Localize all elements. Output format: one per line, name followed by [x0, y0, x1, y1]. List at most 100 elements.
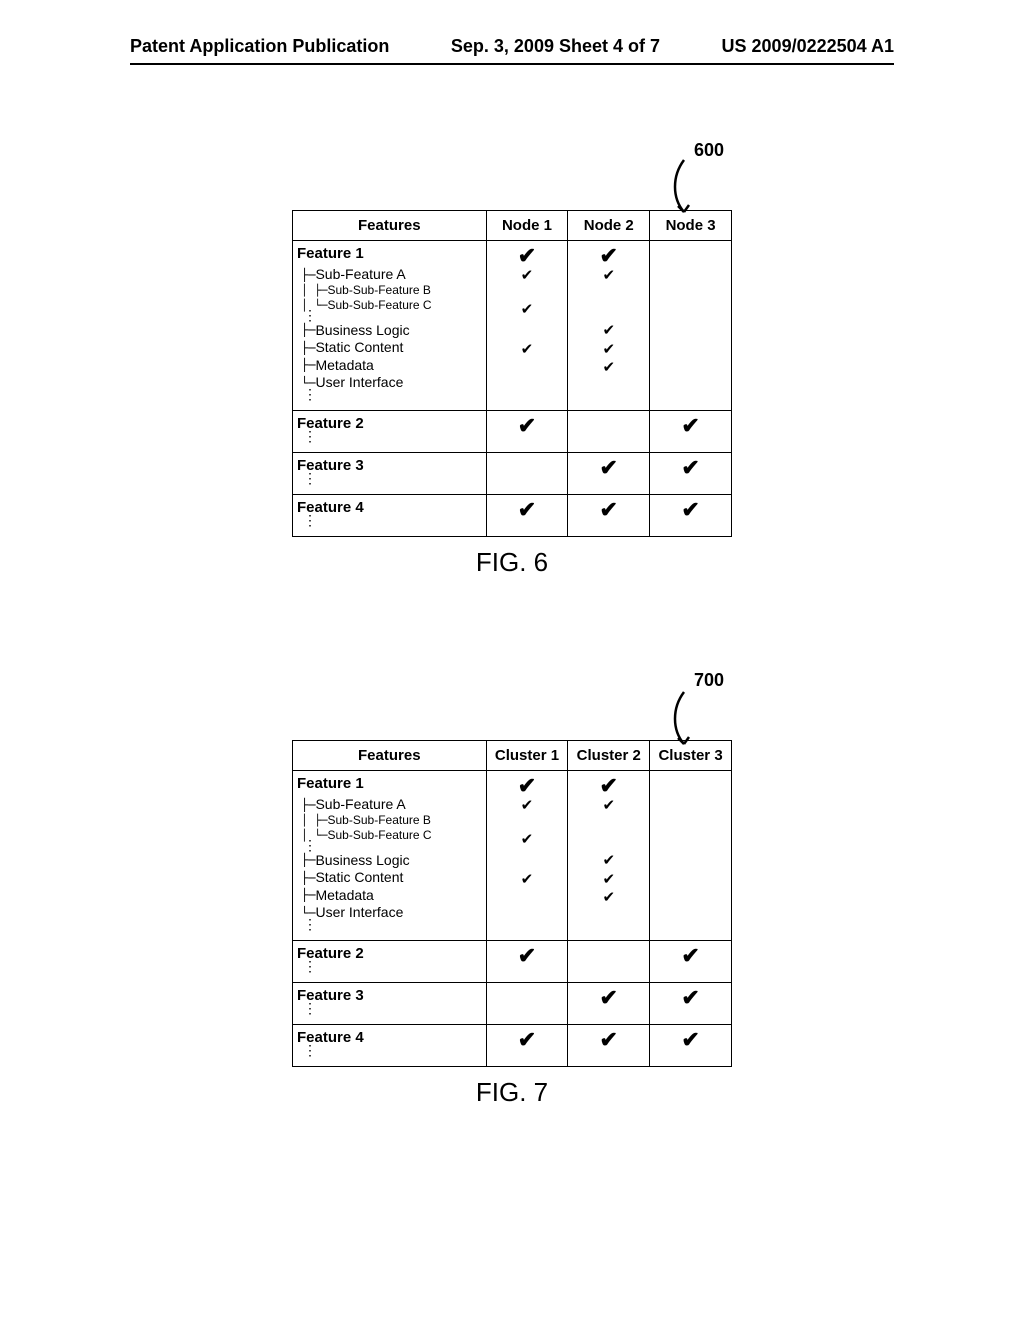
col-header-features: Features: [293, 741, 487, 771]
sub-sub-feature-c: Sub-Sub-Feature C: [328, 828, 432, 843]
feature-1-cell: Feature 1 ├─Sub-Feature A │ ├─Sub-Sub-Fe…: [293, 771, 487, 941]
checkmark-icon: ✔: [600, 775, 618, 797]
col-header-features: Features: [293, 211, 487, 241]
static-content: Static Content: [315, 339, 403, 357]
user-interface: User Interface: [315, 904, 403, 922]
feature-cluster-table: Features Cluster 1 Cluster 2 Cluster 3 F…: [292, 740, 732, 1067]
cluster-2-checks: ✔ ✔ ✔ ✔ ✔: [568, 771, 650, 941]
checkmark-icon: ✔: [600, 1027, 618, 1052]
feature-1-tree: ├─Sub-Feature A │ ├─Sub-Sub-Feature B │ …: [297, 266, 482, 400]
node-2-checks: ✔ ✔ ✔ ✔ ✔: [568, 241, 650, 411]
feature-node-table: Features Node 1 Node 2 Node 3 Feature 1 …: [292, 210, 732, 537]
feature-2-title: Feature 2: [297, 945, 482, 964]
col-header-node-1: Node 1: [486, 211, 568, 241]
header-right: US 2009/0222504 A1: [722, 36, 894, 57]
sub-feature-a: Sub-Feature A: [315, 266, 405, 284]
tree-branch-icon: ├─: [301, 269, 315, 281]
feature-1-tree: ├─Sub-Feature A │ ├─Sub-Sub-Feature B │ …: [297, 796, 482, 930]
cluster-1-checks: ✔ ✔ ✔ ✔: [486, 771, 568, 941]
feature-3-title: Feature 3: [297, 457, 482, 476]
col-header-cluster-3: Cluster 3: [650, 741, 732, 771]
checkmark-icon: ✔: [600, 985, 618, 1010]
vertical-ellipsis-icon: ⋮: [297, 392, 482, 400]
checkmark-icon: ✔: [521, 341, 534, 360]
feature-2-title: Feature 2: [297, 415, 482, 434]
vertical-ellipsis-icon: ⋮: [297, 1006, 482, 1014]
checkmark-icon: ✔: [602, 359, 615, 378]
tree-branch-icon: │ ├─: [301, 815, 328, 826]
checkmark-icon: ✔: [518, 775, 536, 797]
checkmark-icon: ✔: [602, 852, 615, 871]
table-row: Feature 3 ⋮ ✔ ✔: [293, 453, 732, 495]
reference-numeral-700: 700: [694, 670, 724, 691]
page-header: Patent Application Publication Sep. 3, 2…: [0, 36, 1024, 65]
tree-branch-icon: │ ├─: [301, 285, 328, 296]
checkmark-icon: ✔: [602, 871, 615, 890]
table-row: Feature 2 ⋮ ✔ ✔: [293, 941, 732, 983]
feature-4-title: Feature 4: [297, 1029, 482, 1048]
checkmark-icon: ✔: [602, 322, 615, 341]
checkmark-icon: ✔: [521, 301, 534, 320]
metadata: Metadata: [315, 357, 373, 375]
checkmark-icon: ✔: [681, 943, 699, 968]
blank-cell: [486, 983, 568, 1025]
header-center: Sep. 3, 2009 Sheet 4 of 7: [451, 36, 660, 57]
checkmark-icon: ✔: [518, 413, 536, 438]
tree-branch-icon: ├─: [301, 324, 315, 336]
checkmark-icon: ✔: [521, 831, 534, 850]
blank-cell: [486, 453, 568, 495]
vertical-ellipsis-icon: ⋮: [297, 434, 482, 442]
page: Patent Application Publication Sep. 3, 2…: [0, 0, 1024, 1320]
table-row: Feature 1 ├─Sub-Feature A │ ├─Sub-Sub-Fe…: [293, 771, 732, 941]
vertical-ellipsis-icon: ⋮: [297, 313, 482, 321]
table-row: Feature 4 ⋮ ✔ ✔ ✔: [293, 1025, 732, 1067]
lead-line-arrow-icon: [664, 158, 704, 218]
node-1-checks: ✔ ✔ ✔ ✔: [486, 241, 568, 411]
blank-cell: [568, 411, 650, 453]
checkmark-icon: ✔: [600, 455, 618, 480]
sub-sub-feature-b: Sub-Sub-Feature B: [328, 813, 431, 828]
header-rule: [130, 63, 894, 65]
checkmark-icon: ✔: [681, 455, 699, 480]
feature-3-title: Feature 3: [297, 987, 482, 1006]
table-row: Feature 3 ⋮ ✔ ✔: [293, 983, 732, 1025]
vertical-ellipsis-icon: ⋮: [297, 964, 482, 972]
checkmark-icon: ✔: [518, 245, 536, 267]
vertical-ellipsis-icon: ⋮: [297, 518, 482, 526]
tree-branch-icon: ├─: [301, 872, 315, 884]
checkmark-icon: ✔: [681, 1027, 699, 1052]
checkmark-icon: ✔: [518, 943, 536, 968]
tree-branch-icon: ├─: [301, 889, 315, 901]
cluster-3-checks: [650, 771, 732, 941]
vertical-ellipsis-icon: ⋮: [297, 476, 482, 484]
tree-branch-icon: ├─: [301, 854, 315, 866]
feature-1-cell: Feature 1 ├─Sub-Feature A │ ├─Sub-Sub-Fe…: [293, 241, 487, 411]
col-header-cluster-2: Cluster 2: [568, 741, 650, 771]
business-logic: Business Logic: [315, 322, 409, 340]
col-header-node-2: Node 2: [568, 211, 650, 241]
header-left: Patent Application Publication: [130, 36, 389, 57]
checkmark-icon: ✔: [521, 797, 534, 816]
figure-7-caption: FIG. 7: [292, 1077, 732, 1108]
table-row: Feature 2 ⋮ ✔ ✔: [293, 411, 732, 453]
checkmark-icon: ✔: [602, 797, 615, 816]
tree-branch-icon: ├─: [301, 799, 315, 811]
feature-1-title: Feature 1: [297, 245, 482, 264]
checkmark-icon: ✔: [518, 497, 536, 522]
tree-branch-icon: ├─: [301, 359, 315, 371]
static-content: Static Content: [315, 869, 403, 887]
vertical-ellipsis-icon: ⋮: [297, 1048, 482, 1056]
user-interface: User Interface: [315, 374, 403, 392]
vertical-ellipsis-icon: ⋮: [297, 843, 482, 851]
checkmark-icon: ✔: [600, 245, 618, 267]
tree-branch-icon: ├─: [301, 342, 315, 354]
checkmark-icon: ✔: [521, 267, 534, 286]
node-3-checks: [650, 241, 732, 411]
feature-1-title: Feature 1: [297, 775, 482, 794]
business-logic: Business Logic: [315, 852, 409, 870]
checkmark-icon: ✔: [602, 889, 615, 908]
metadata: Metadata: [315, 887, 373, 905]
checkmark-icon: ✔: [681, 413, 699, 438]
checkmark-icon: ✔: [521, 871, 534, 890]
blank-cell: [568, 941, 650, 983]
